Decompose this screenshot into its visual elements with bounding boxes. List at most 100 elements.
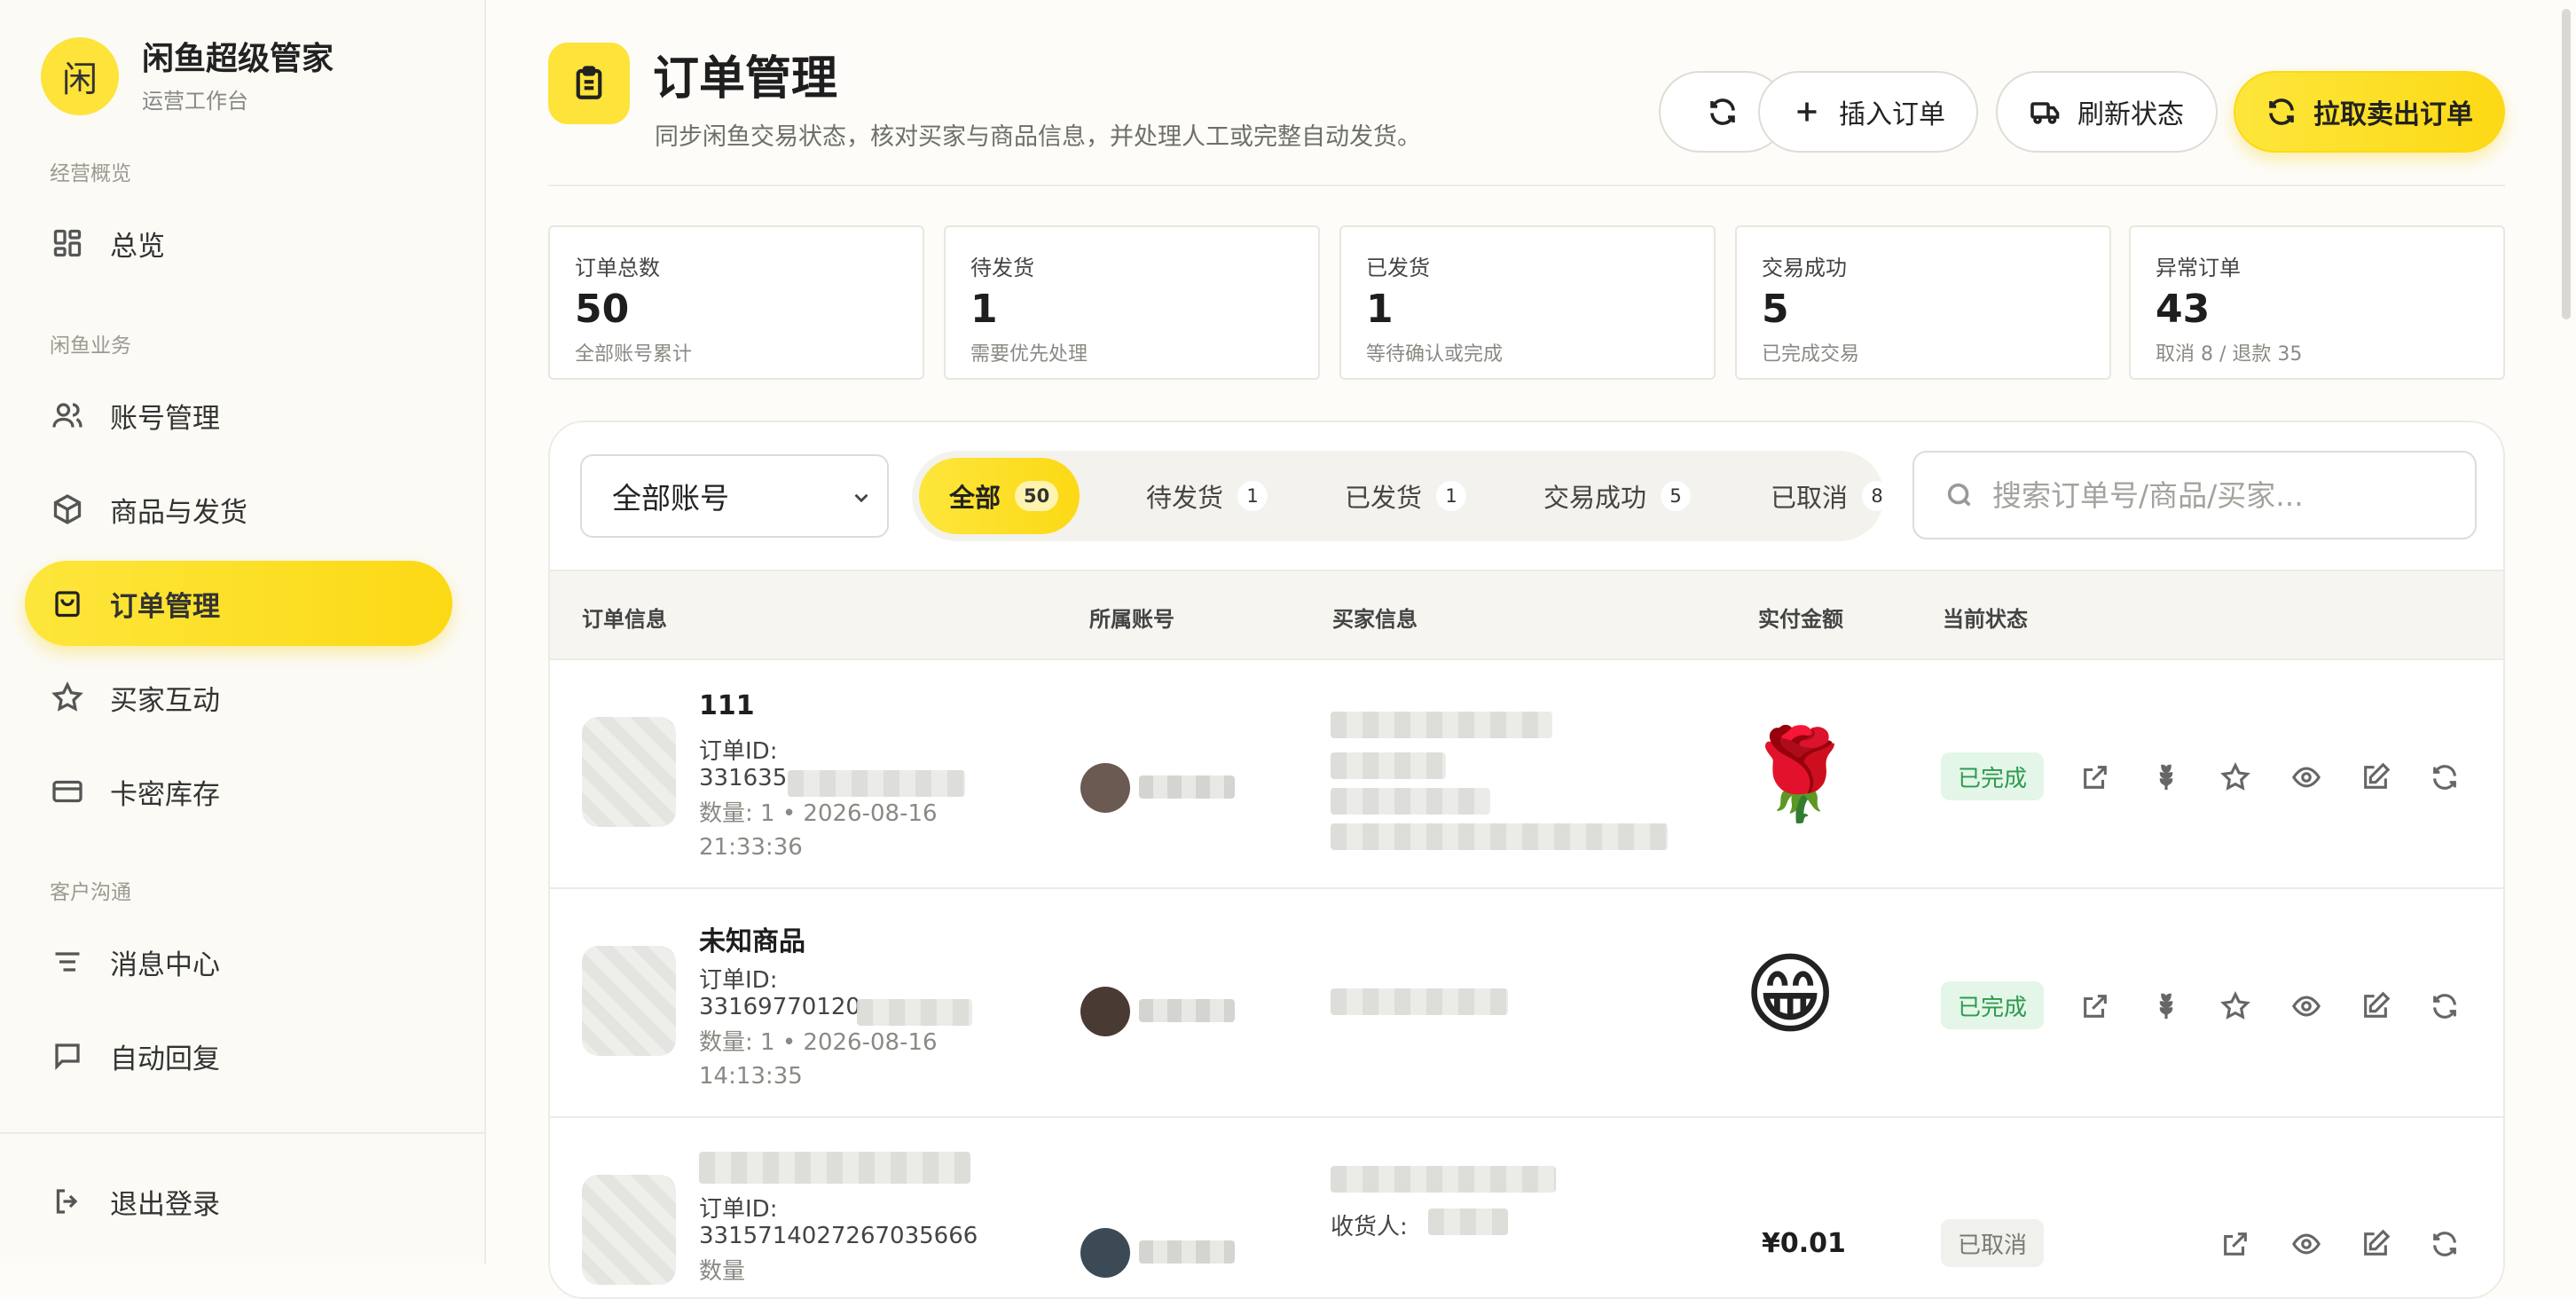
column-header: 所属账号 [1089, 607, 1174, 632]
order-id-label: 订单ID: [699, 1196, 778, 1223]
tab-shipped[interactable]: 已发货 1 [1315, 458, 1488, 534]
refresh-status-button[interactable]: 刷新状态 [1996, 71, 2218, 153]
message-square-icon [50, 1038, 85, 1074]
eye-icon [2292, 1233, 2321, 1255]
stat-card-shipped: 已发货 1 等待确认或完成 [1339, 225, 1716, 380]
eye-icon [2292, 996, 2321, 1017]
tab-success[interactable]: 交易成功 5 [1513, 458, 1712, 534]
sidebar-item-buyer-interaction[interactable]: 买家互动 [25, 655, 452, 740]
wheat-icon [2159, 993, 2173, 1020]
account-select[interactable]: 全部账号 [580, 454, 889, 538]
stat-card-pending: 待发货 1 需要优先处理 [944, 225, 1320, 380]
resync-button[interactable] [2425, 987, 2464, 1026]
nav-section-business: 闲鱼业务 [50, 335, 131, 358]
filter-lines-icon [50, 944, 85, 980]
chevron-down-icon [854, 493, 868, 503]
view-button[interactable] [2287, 1224, 2326, 1264]
wheat-icon [2159, 764, 2173, 791]
tab-pending[interactable]: 待发货 1 [1116, 458, 1289, 534]
order-amount: ¥0.01 [1762, 1228, 1846, 1259]
product-name: 111 [699, 690, 755, 721]
resync-button[interactable] [2425, 758, 2464, 797]
nav-section-overview: 经营概览 [50, 162, 131, 185]
star-icon [50, 680, 85, 715]
page-scrollbar[interactable] [2562, 9, 2571, 319]
search-input[interactable] [1991, 476, 2470, 514]
order-id: 3315714027267035666 [699, 1223, 978, 1249]
logout-icon [50, 1184, 85, 1219]
product-name-blurred [699, 1152, 970, 1184]
status-badge: 已完成 [1941, 981, 2044, 1029]
product-thumbnail [582, 946, 676, 1056]
edit-icon [2364, 991, 2391, 1018]
buyer-info-blurred [1331, 988, 1508, 1015]
order-meta: 数量: 1 • 2026-08-16 21:33:36 [699, 800, 938, 861]
edit-button[interactable] [2356, 758, 2395, 797]
product-name: 未知商品 [699, 926, 805, 957]
favorite-button[interactable] [2216, 987, 2255, 1026]
stat-card-abnormal: 异常订单 43 取消 8 / 退款 35 [2129, 225, 2505, 380]
buyer-info-blurred [1331, 823, 1668, 850]
stat-card-success: 交易成功 5 已完成交易 [1735, 225, 2111, 380]
brand-title: 闲鱼超级管家 [142, 40, 334, 77]
wheat-button[interactable] [2147, 987, 2186, 1026]
sidebar-item-card-stock[interactable]: 卡密库存 [25, 749, 452, 834]
receiver-label: 收货人: [1331, 1214, 1408, 1240]
eye-icon [2292, 767, 2321, 788]
product-thumbnail [582, 1175, 676, 1285]
tab-count: 1 [1237, 481, 1268, 511]
tab-cancelled[interactable]: 已取消 8 [1740, 458, 1884, 534]
page-subtitle: 同步闲鱼交易状态，核对买家与商品信息，并处理人工或完整自动发货。 [655, 123, 1421, 151]
sidebar-item-messages[interactable]: 消息中心 [25, 919, 452, 1004]
edit-button[interactable] [2356, 1224, 2395, 1264]
refresh-icon [1710, 98, 1735, 125]
order-id-label: 订单ID: [699, 738, 778, 765]
wheat-button[interactable] [2147, 758, 2186, 797]
view-button[interactable] [2287, 758, 2326, 797]
insert-order-button[interactable]: 插入订单 [1758, 71, 1978, 153]
table-row[interactable]: 订单ID: 3315714027267035666 数量 收货人: ¥0.01 … [550, 1118, 2503, 1297]
tab-count: 5 [1661, 481, 1692, 511]
avatar [1080, 1228, 1130, 1278]
external-link-button[interactable] [2076, 987, 2115, 1026]
favorite-button[interactable] [2216, 758, 2255, 797]
stat-card-total: 订单总数 50 全部账号累计 [548, 225, 924, 380]
sidebar-item-overview[interactable]: 总览 [25, 201, 452, 286]
view-button[interactable] [2287, 987, 2326, 1026]
blurred-text [788, 770, 965, 797]
external-link-button[interactable] [2216, 1224, 2255, 1264]
search-icon [1947, 483, 1971, 507]
tab-count: 1 [1436, 481, 1467, 511]
logout-button[interactable]: 退出登录 [25, 1159, 452, 1244]
edit-button[interactable] [2356, 987, 2395, 1026]
refresh-icon [2433, 994, 2456, 1019]
card-icon [50, 774, 85, 809]
avatar [1080, 987, 1130, 1036]
sidebar-item-label: 消息中心 [110, 949, 220, 981]
table-row[interactable]: 111 订单ID: 331635 数量: 1 • 2026-08-16 21:3… [550, 660, 2503, 889]
search-box[interactable] [1912, 451, 2477, 539]
brand: 闲 闲鱼超级管家 运营工作台 [41, 37, 334, 115]
buyer-info-blurred [1331, 788, 1490, 815]
sidebar: 闲 闲鱼超级管家 运营工作台 经营概览 总览 闲鱼业务 账号管理 商品与发货 订… [0, 0, 486, 1264]
sidebar-item-auto-reply[interactable]: 自动回复 [25, 1013, 452, 1098]
buyer-info-blurred [1331, 752, 1446, 779]
sidebar-item-accounts[interactable]: 账号管理 [25, 373, 452, 458]
account-name-blurred [1139, 775, 1235, 799]
column-header: 订单信息 [582, 607, 667, 632]
brand-logo: 闲 [41, 37, 119, 115]
table-row[interactable]: 未知商品 订单ID: 33169770120 数量: 1 • 2026-08-1… [550, 889, 2503, 1118]
sidebar-item-orders[interactable]: 订单管理 [25, 561, 452, 646]
column-header: 实付金额 [1758, 607, 1843, 632]
tab-all[interactable]: 全部 50 [919, 458, 1080, 534]
header-divider [548, 185, 2505, 186]
page-title: 订单管理 [653, 52, 838, 106]
edit-icon [2364, 762, 2391, 789]
external-link-icon [2084, 995, 2107, 1018]
pull-sold-orders-button[interactable]: 拉取卖出订单 [2234, 71, 2505, 153]
refresh-icon [2433, 765, 2456, 790]
external-link-button[interactable] [2076, 758, 2115, 797]
resync-button[interactable] [2425, 1224, 2464, 1264]
sidebar-item-products[interactable]: 商品与发货 [25, 467, 452, 552]
nav-section-customer: 客户沟通 [50, 881, 131, 904]
